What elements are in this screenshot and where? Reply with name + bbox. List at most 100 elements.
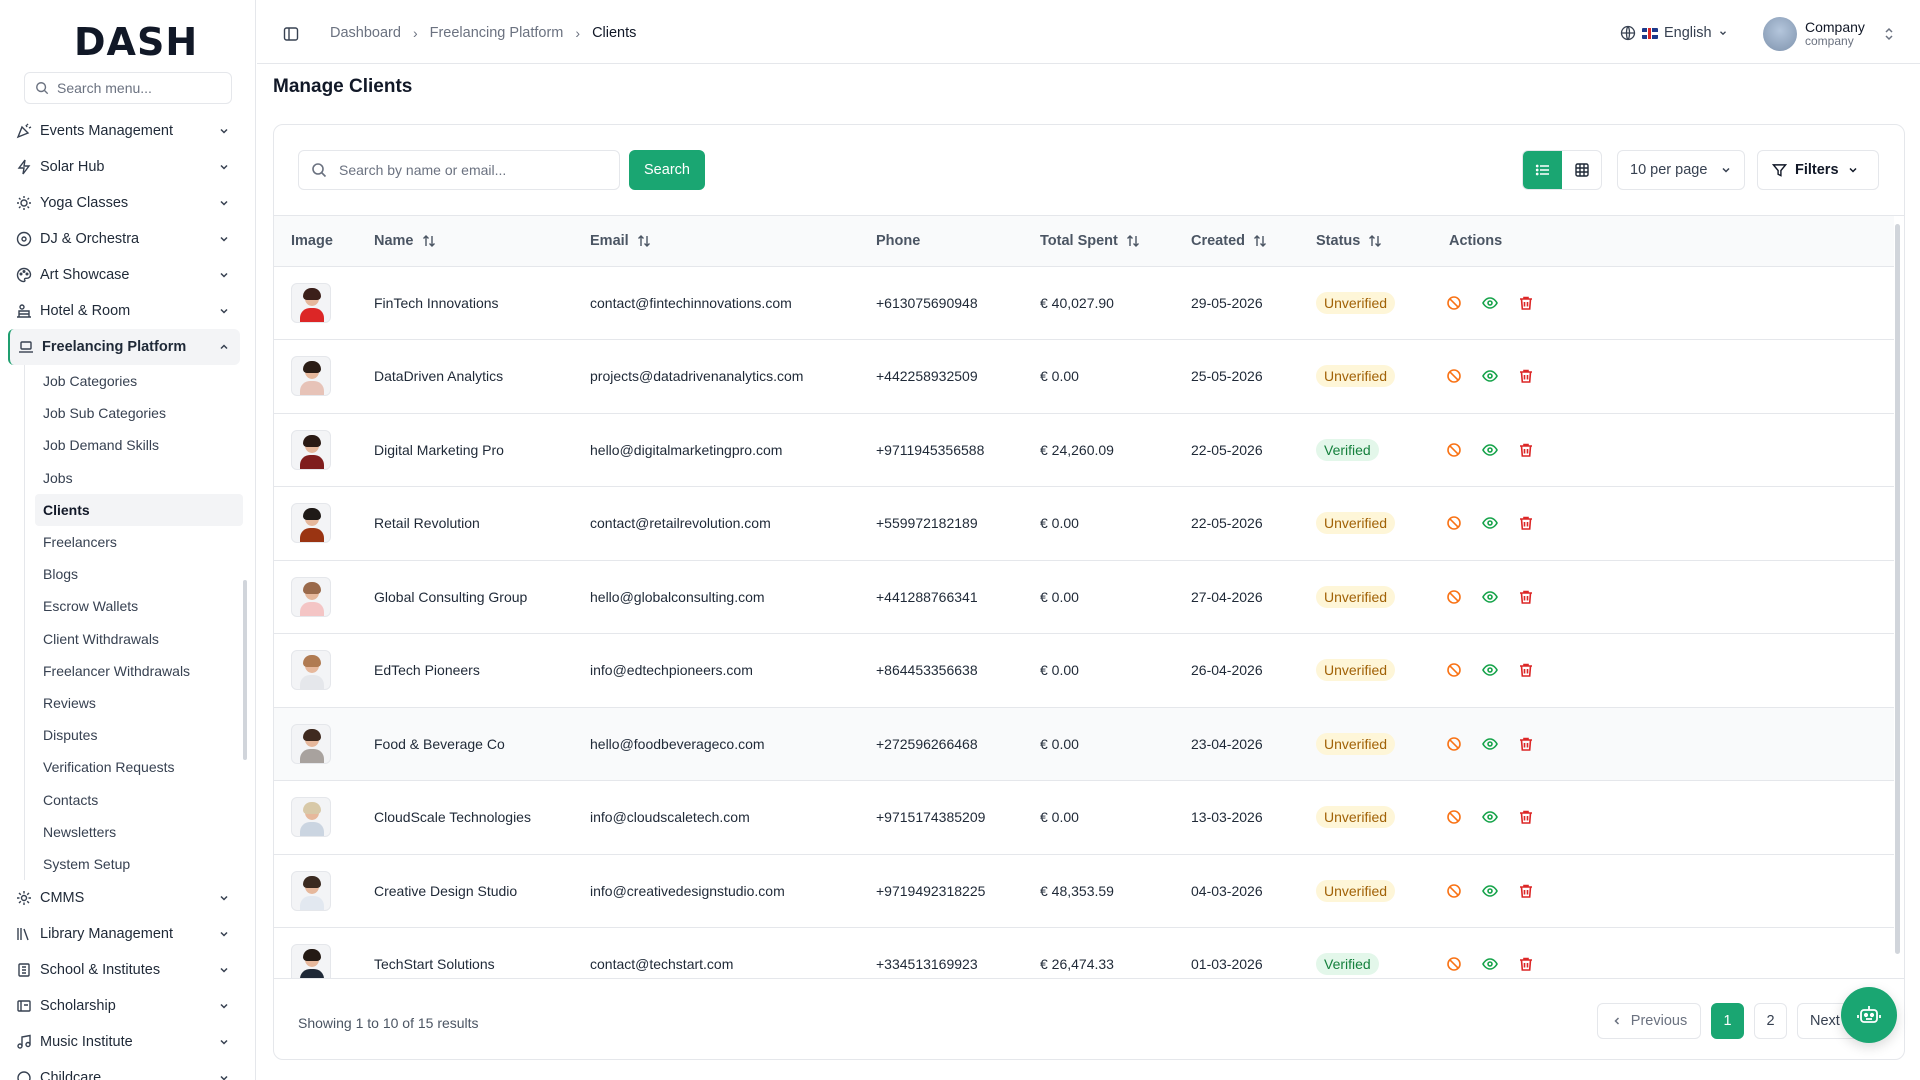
view-icon[interactable] — [1482, 368, 1498, 384]
hotel-icon — [16, 303, 32, 319]
sidebar-item-freelancing-platform[interactable]: Freelancing Platform — [8, 329, 240, 365]
block-icon[interactable] — [1446, 442, 1462, 458]
sort-icon[interactable] — [1126, 234, 1140, 248]
page-2-button[interactable]: 2 — [1754, 1003, 1787, 1039]
sidebar-sub-item[interactable]: Disputes — [35, 719, 243, 751]
sidebar-item-scholarship[interactable]: Scholarship — [8, 988, 240, 1024]
cell-status: Unverified — [1299, 781, 1432, 855]
view-icon[interactable] — [1482, 809, 1498, 825]
column-header-status[interactable]: Status — [1299, 216, 1432, 267]
delete-icon[interactable] — [1518, 589, 1534, 605]
block-icon[interactable] — [1446, 589, 1462, 605]
sidebar-sub-item[interactable]: System Setup — [35, 848, 243, 880]
sidebar-item-childcare[interactable]: Childcare — [8, 1060, 240, 1080]
sidebar-item-dj-orchestra[interactable]: DJ & Orchestra — [8, 221, 240, 257]
block-icon[interactable] — [1446, 809, 1462, 825]
view-icon[interactable] — [1482, 589, 1498, 605]
client-search-input[interactable] — [339, 162, 589, 178]
sort-icon[interactable] — [1368, 234, 1382, 248]
sidebar-sub-item[interactable]: Freelancer Withdrawals — [35, 655, 243, 687]
block-icon[interactable] — [1446, 515, 1462, 531]
search-button[interactable]: Search — [629, 150, 705, 190]
sidebar-item-events-management[interactable]: Events Management — [8, 113, 240, 149]
column-header-created[interactable]: Created — [1174, 216, 1299, 267]
cell-total-spent: € 0.00 — [1040, 662, 1079, 679]
list-view-button[interactable] — [1523, 151, 1562, 189]
cell-actions — [1432, 634, 1894, 708]
sidebar-item-music-institute[interactable]: Music Institute — [8, 1024, 240, 1060]
view-icon[interactable] — [1482, 662, 1498, 678]
column-header-email[interactable]: Email — [573, 216, 859, 267]
block-icon[interactable] — [1446, 883, 1462, 899]
client-avatar — [291, 797, 331, 838]
cell-phone: +9711945356588 — [876, 441, 985, 458]
column-header-name[interactable]: Name — [357, 216, 573, 267]
delete-icon[interactable] — [1518, 809, 1534, 825]
sidebar-sub-item[interactable]: Escrow Wallets — [35, 590, 243, 622]
delete-icon[interactable] — [1518, 956, 1534, 972]
block-icon[interactable] — [1446, 295, 1462, 311]
sidebar-item-label: Events Management — [40, 123, 173, 139]
block-icon[interactable] — [1446, 736, 1462, 752]
sort-icon[interactable] — [1253, 234, 1267, 248]
block-icon[interactable] — [1446, 956, 1462, 972]
delete-icon[interactable] — [1518, 736, 1534, 752]
view-icon[interactable] — [1482, 295, 1498, 311]
grid-view-button[interactable] — [1562, 151, 1601, 189]
sidebar-item-library-management[interactable]: Library Management — [8, 916, 240, 952]
scholarship-icon — [16, 998, 32, 1014]
breadcrumb-freelancing-platform[interactable]: Freelancing Platform — [430, 25, 564, 41]
delete-icon[interactable] — [1518, 368, 1534, 384]
sort-icon[interactable] — [422, 234, 436, 248]
chevron-down-icon — [220, 128, 228, 134]
sidebar-sub-item-clients[interactable]: Clients — [35, 493, 243, 526]
filters-button[interactable]: Filters — [1757, 150, 1879, 190]
sidebar-sub-item[interactable]: Contacts — [35, 783, 243, 815]
sort-icon[interactable] — [637, 234, 651, 248]
company-switcher[interactable]: Company company — [1763, 17, 1895, 51]
page-1-button[interactable]: 1 — [1711, 1003, 1744, 1039]
sidebar-sub-item[interactable]: Verification Requests — [35, 751, 243, 783]
sidebar-item-hotel-room[interactable]: Hotel & Room — [8, 293, 240, 329]
view-icon[interactable] — [1482, 442, 1498, 458]
sidebar-item-art-showcase[interactable]: Art Showcase — [8, 257, 240, 293]
column-header-total-spent[interactable]: Total Spent — [1023, 216, 1174, 267]
previous-page-button[interactable]: Previous — [1597, 1003, 1701, 1039]
delete-icon[interactable] — [1518, 515, 1534, 531]
breadcrumb-dashboard[interactable]: Dashboard — [330, 25, 401, 41]
sidebar-sub-item[interactable]: Reviews — [35, 687, 243, 719]
chatbot-button[interactable] — [1841, 987, 1897, 1043]
delete-icon[interactable] — [1518, 883, 1534, 899]
sidebar-sub-item[interactable]: Freelancers — [35, 526, 243, 558]
language-selector[interactable]: English — [1620, 25, 1728, 41]
sidebar-sub-item[interactable]: Jobs — [35, 462, 243, 494]
sidebar-scrollbar[interactable] — [243, 580, 247, 760]
view-icon[interactable] — [1482, 736, 1498, 752]
view-icon[interactable] — [1482, 515, 1498, 531]
sidebar-sub-item[interactable]: Newsletters — [35, 816, 243, 848]
delete-icon[interactable] — [1518, 442, 1534, 458]
table-scrollbar[interactable] — [1895, 224, 1900, 954]
per-page-select[interactable]: 10 per page — [1617, 150, 1745, 190]
delete-icon[interactable] — [1518, 662, 1534, 678]
block-icon[interactable] — [1446, 368, 1462, 384]
client-search-field[interactable] — [298, 150, 620, 190]
sidebar-item-cmms[interactable]: CMMS — [8, 880, 240, 916]
view-icon[interactable] — [1482, 883, 1498, 899]
sidebar-item-school-institutes[interactable]: School & Institutes — [8, 952, 240, 988]
chevron-down-icon — [220, 272, 228, 278]
sidebar-search-input[interactable]: Search menu... — [24, 72, 232, 104]
sidebar-sub-item[interactable]: Job Demand Skills — [35, 429, 243, 461]
sidebar-toggle-icon[interactable] — [283, 26, 299, 42]
block-icon[interactable] — [1446, 662, 1462, 678]
sidebar-sub-item[interactable]: Job Sub Categories — [35, 397, 243, 429]
cell-status: Unverified — [1299, 340, 1432, 414]
delete-icon[interactable] — [1518, 295, 1534, 311]
view-icon[interactable] — [1482, 956, 1498, 972]
sidebar-sub-item[interactable]: Blogs — [35, 558, 243, 590]
search-icon — [36, 82, 49, 95]
sidebar-item-solar-hub[interactable]: Solar Hub — [8, 149, 240, 185]
sidebar-item-yoga-classes[interactable]: Yoga Classes — [8, 185, 240, 221]
sidebar-sub-item[interactable]: Job Categories — [35, 365, 243, 397]
sidebar-sub-item[interactable]: Client Withdrawals — [35, 623, 243, 655]
